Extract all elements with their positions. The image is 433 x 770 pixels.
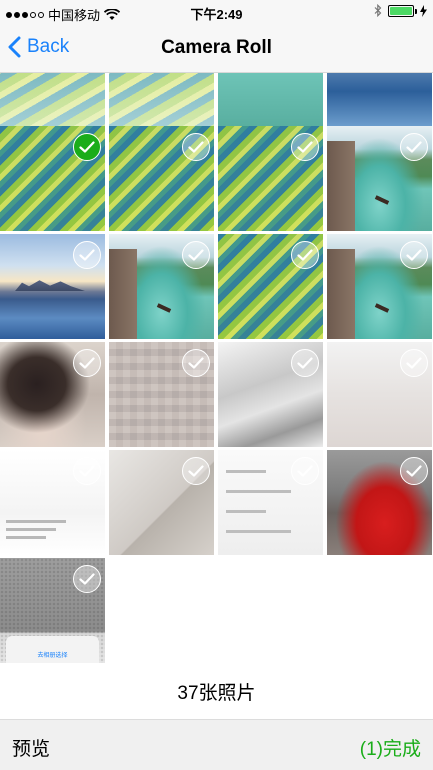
photo-thumbnail[interactable] bbox=[218, 450, 323, 555]
photo-thumbnail[interactable] bbox=[0, 450, 105, 555]
photo-thumbnail[interactable] bbox=[0, 73, 105, 128]
checkmark-icon[interactable] bbox=[400, 349, 428, 377]
bottom-toolbar: 预览 (1)完成 bbox=[0, 719, 433, 770]
bluetooth-icon bbox=[374, 4, 382, 17]
screen-line bbox=[226, 490, 291, 493]
document-line bbox=[6, 528, 56, 531]
photo-thumbnail[interactable] bbox=[109, 234, 214, 339]
photo-thumbnail[interactable] bbox=[0, 234, 105, 339]
photo-thumbnail[interactable] bbox=[327, 126, 432, 231]
document-line bbox=[6, 520, 66, 523]
photo-thumbnail[interactable] bbox=[0, 126, 105, 231]
photo-thumbnail[interactable] bbox=[0, 342, 105, 447]
photo-count-label: 37张照片 bbox=[0, 669, 433, 719]
checkmark-icon[interactable] bbox=[291, 349, 319, 377]
checkmark-icon[interactable] bbox=[291, 133, 319, 161]
selected-checkmark-icon[interactable] bbox=[73, 133, 101, 161]
photo-thumbnail[interactable]: 去相册选择 bbox=[0, 558, 105, 663]
photo-thumbnail[interactable] bbox=[109, 73, 214, 128]
checkmark-icon[interactable] bbox=[73, 457, 101, 485]
checkmark-icon[interactable] bbox=[291, 457, 319, 485]
checkmark-icon[interactable] bbox=[73, 349, 101, 377]
preview-button[interactable]: 预览 bbox=[12, 734, 50, 761]
action-sheet-text: 去相册选择 bbox=[37, 653, 68, 659]
photo-thumbnail[interactable] bbox=[218, 73, 323, 128]
screen-line bbox=[226, 510, 266, 513]
photo-thumbnail[interactable] bbox=[327, 234, 432, 339]
checkmark-icon[interactable] bbox=[182, 133, 210, 161]
checkmark-icon[interactable] bbox=[73, 241, 101, 269]
photo-thumbnail[interactable] bbox=[218, 126, 323, 231]
status-bar: 中国移动 下午2:49 bbox=[0, 0, 433, 24]
battery-icon bbox=[388, 4, 417, 17]
checkmark-icon[interactable] bbox=[73, 565, 101, 593]
photo-thumbnail[interactable] bbox=[327, 450, 432, 555]
status-right bbox=[374, 4, 427, 17]
screen-line bbox=[226, 530, 291, 533]
photo-thumbnail[interactable] bbox=[218, 234, 323, 339]
checkmark-icon[interactable] bbox=[182, 349, 210, 377]
photo-thumbnail[interactable] bbox=[327, 342, 432, 447]
photo-thumbnail[interactable] bbox=[218, 342, 323, 447]
photo-thumbnail[interactable] bbox=[109, 126, 214, 231]
checkmark-icon[interactable] bbox=[291, 241, 319, 269]
navigation-bar: Back Camera Roll bbox=[0, 24, 433, 73]
checkmark-icon[interactable] bbox=[182, 241, 210, 269]
checkmark-icon[interactable] bbox=[400, 457, 428, 485]
battery-fill bbox=[390, 6, 412, 15]
status-time: 下午2:49 bbox=[190, 7, 243, 22]
checkmark-icon[interactable] bbox=[400, 133, 428, 161]
charging-bolt-icon bbox=[420, 4, 427, 17]
checkmark-icon[interactable] bbox=[182, 457, 210, 485]
page-title: Camera Roll bbox=[161, 37, 272, 58]
photo-thumbnail[interactable] bbox=[109, 450, 214, 555]
photo-thumbnail[interactable] bbox=[109, 342, 214, 447]
screen-line bbox=[226, 470, 266, 473]
done-button[interactable]: (1)完成 bbox=[360, 734, 421, 761]
photo-grid: 去相册选择 bbox=[0, 73, 433, 669]
action-sheet-preview: 去相册选择 bbox=[6, 636, 99, 663]
checkmark-icon[interactable] bbox=[400, 241, 428, 269]
document-line bbox=[6, 536, 46, 539]
photo-thumbnail[interactable] bbox=[327, 73, 432, 128]
